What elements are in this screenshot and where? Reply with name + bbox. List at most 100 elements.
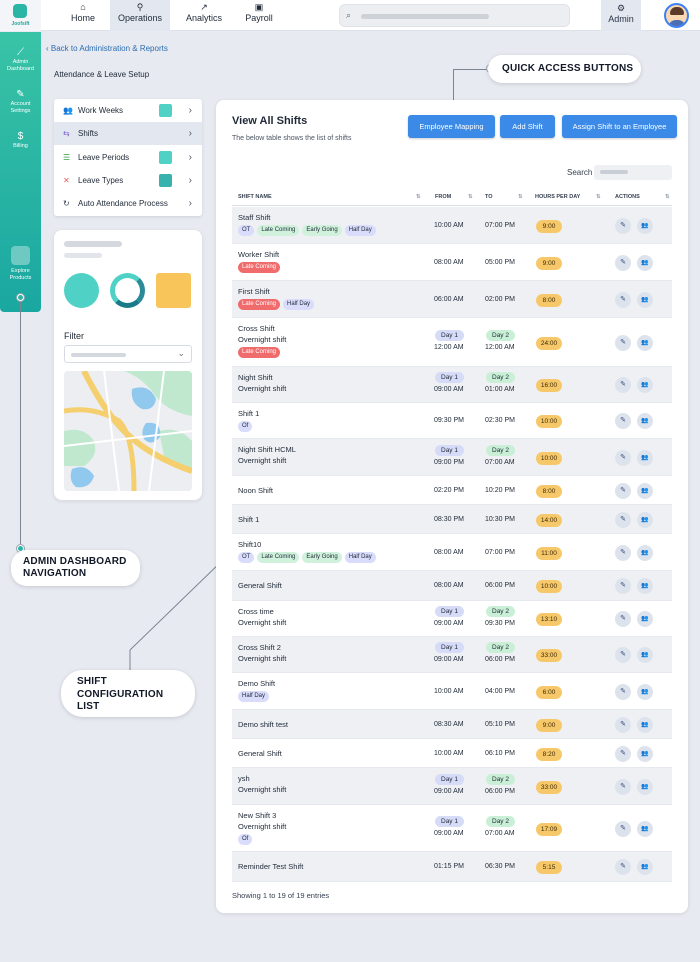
assign-users-icon[interactable]: 👥 [637,413,653,429]
filter-dropdown[interactable]: ⌄ [64,345,192,363]
assign-users-icon[interactable]: 👥 [637,377,653,393]
table-row[interactable]: ysh Overnight shift Day 1 09:00 AM Day 2 06:0… [232,768,672,805]
table-row[interactable]: First Shift Late Coming Half Day 06:00 AM 02… [232,281,672,318]
edit-icon[interactable]: ✎ [615,255,631,271]
edit-icon[interactable]: ✎ [615,779,631,795]
sort-icon[interactable]: ⇅ [518,194,523,200]
sort-icon[interactable]: ⇅ [665,194,670,200]
menu-item-work-weeks[interactable]: 👥 Work Weeks › [54,99,202,122]
table-row[interactable]: General Shift 10:00 AM 06:10 PM 8:20 ✎ 👥 [232,739,672,768]
callout-shift-line2: CONFIGURATION [77,688,164,700]
assign-users-icon[interactable]: 👥 [637,647,653,663]
table-row[interactable]: Cross Shift Overnight shift Late Coming Day… [232,318,672,367]
edit-icon[interactable]: ✎ [615,413,631,429]
tab-analytics[interactable]: ↗ Analytics [180,0,228,31]
sort-icon[interactable]: ⇅ [468,194,473,200]
assign-users-icon[interactable]: 👥 [637,512,653,528]
edit-icon[interactable]: ✎ [615,335,631,351]
edit-icon[interactable]: ✎ [615,821,631,837]
search-icon: ⌕ [346,10,352,20]
sort-icon[interactable]: ⇅ [416,194,421,200]
add-shift-button[interactable]: Add Shift [500,115,555,138]
table-row[interactable]: Shift 1 08:30 PM 10:30 PM 14:00 ✎ 👥 [232,505,672,534]
assign-users-icon[interactable]: 👥 [637,611,653,627]
app-logo[interactable]: Joofsift [0,0,41,31]
assign-users-icon[interactable]: 👥 [637,218,653,234]
time-value: 05:00 PM [485,259,515,266]
back-link[interactable]: ‹ Back to Administration & Reports [46,44,168,53]
assign-users-icon[interactable]: 👥 [637,779,653,795]
edit-icon[interactable]: ✎ [615,545,631,561]
table-row[interactable]: Cross Shift 2 Overnight shift Day 1 09:00 A… [232,637,672,673]
callout-line-admin-nav [20,298,21,548]
menu-item-shifts[interactable]: ⇆ Shifts › [54,122,202,145]
table-search-input[interactable] [594,165,672,180]
global-search-input[interactable]: ⌕ [339,4,570,27]
assign-users-icon[interactable]: 👥 [637,545,653,561]
edit-icon[interactable]: ✎ [615,746,631,762]
menu-item-auto-attendance[interactable]: ↻ Auto Attendance Process › [54,192,202,215]
edit-icon[interactable]: ✎ [615,450,631,466]
edit-icon[interactable]: ✎ [615,647,631,663]
edit-icon[interactable]: ✎ [615,218,631,234]
table-row[interactable]: Demo Shift Half Day 10:00 AM 04:00 PM 6:00 ✎ 👥 [232,673,672,710]
table-row[interactable]: Demo shift test 08:30 AM 05:10 PM 9:00 ✎ 👥 [232,710,672,739]
col-shift-name[interactable]: SHIFT NAME [238,194,272,200]
avatar-hair [670,7,684,15]
callout-shift-configuration: SHIFT CONFIGURATION LIST [61,670,195,717]
edit-icon[interactable]: ✎ [615,611,631,627]
table-row[interactable]: Shift10 OT Late Coming Early Going Half Day 0… [232,534,672,571]
assign-users-icon[interactable]: 👥 [637,292,653,308]
table-row[interactable]: Night Shift HCML Overnight shift Day 1 09:0… [232,439,672,476]
edit-icon[interactable]: ✎ [615,483,631,499]
table-row[interactable]: Cross time Overnight shift Day 1 09:00 AM Da… [232,601,672,637]
assign-shift-button[interactable]: Assign Shift to an Employee [562,115,677,138]
assign-users-icon[interactable]: 👥 [637,684,653,700]
table-row[interactable]: Night Shift Overnight shift Day 1 09:00 AM D… [232,367,672,403]
tab-home[interactable]: ⌂ Home [63,0,103,31]
day-badge: Day 1 [435,330,464,341]
assign-users-icon[interactable]: 👥 [637,578,653,594]
assign-users-icon[interactable]: 👥 [637,717,653,733]
assign-users-icon[interactable]: 👥 [637,450,653,466]
donut-widget [110,273,145,308]
table-row[interactable]: Reminder Test Shift 01:15 PM 06:30 PM 5:15 ✎… [232,852,672,882]
menu-item-leave-periods[interactable]: ☰ Leave Periods › [54,146,202,169]
table-row[interactable]: Worker Shift Late Coming 08:00 AM 05:00 PM 9… [232,244,672,281]
col-from[interactable]: FROM [435,194,451,200]
assign-users-icon[interactable]: 👥 [637,255,653,271]
table-row[interactable]: New Shift 3 Overnight shift Of Day 1 09:00 A… [232,805,672,852]
sidebar-item-billing[interactable]: $ Billing [0,130,41,150]
edit-icon[interactable]: ✎ [615,684,631,700]
assign-users-icon[interactable]: 👥 [637,859,653,875]
employee-mapping-button[interactable]: Employee Mapping [408,115,495,138]
admin-button[interactable]: ⚙ Admin [601,0,641,31]
sidebar-item-admin-dashboard[interactable]: ⟋ Admin Dashboard [0,46,41,73]
table-row[interactable]: Noon Shift 02:20 PM 10:20 PM 8:00 ✎ 👥 [232,476,672,505]
shift-tags: OT Late Coming Early Going Half Day [238,225,376,236]
assign-users-icon[interactable]: 👥 [637,483,653,499]
map-preview[interactable] [64,371,192,491]
shift-name: Cross Shift [238,324,275,333]
edit-icon[interactable]: ✎ [615,512,631,528]
assign-users-icon[interactable]: 👥 [637,746,653,762]
sidebar-item-account-settings[interactable]: ✎ Account Settings [0,88,41,115]
assign-users-icon[interactable]: 👥 [637,335,653,351]
edit-icon[interactable]: ✎ [615,578,631,594]
tab-payroll[interactable]: ▣ Payroll [240,0,278,31]
table-row[interactable]: General Shift 08:00 AM 06:00 PM 10:00 ✎ 👥 [232,571,672,601]
edit-icon[interactable]: ✎ [615,377,631,393]
sort-icon[interactable]: ⇅ [596,194,601,200]
assign-users-icon[interactable]: 👥 [637,821,653,837]
col-to[interactable]: TO [485,194,493,200]
sidebar-item-explore-products[interactable]: Explore Products [0,246,41,282]
col-hours[interactable]: HOURS PER DAY [535,194,580,200]
tab-operations[interactable]: ⚲ Operations [110,0,170,31]
edit-icon[interactable]: ✎ [615,717,631,733]
edit-icon[interactable]: ✎ [615,292,631,308]
table-row[interactable]: Staff Shift OT Late Coming Early Going Half … [232,207,672,244]
user-avatar[interactable] [664,3,689,28]
table-row[interactable]: Shift 1 Of 09:30 PM 02:30 PM 10:00 ✎ 👥 [232,403,672,439]
menu-item-leave-types[interactable]: ✕ Leave Types › [54,169,202,192]
edit-icon[interactable]: ✎ [615,859,631,875]
